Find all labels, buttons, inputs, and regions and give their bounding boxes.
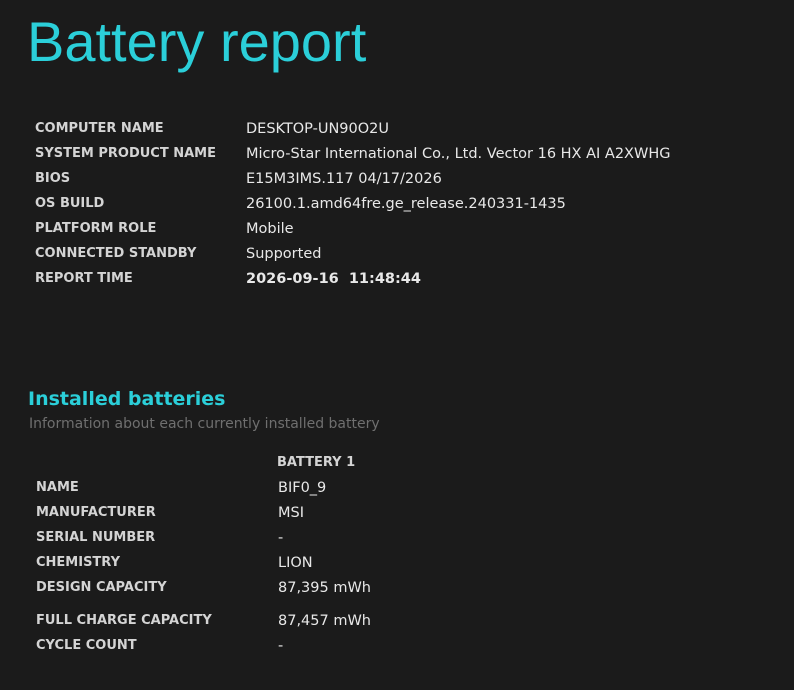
battery-column-header: BATTERY 1 xyxy=(277,455,356,470)
info-value: Mobile xyxy=(246,220,294,237)
info-row-connected-standby: CONNECTED STANDBY Supported xyxy=(35,241,670,266)
info-label: REPORT TIME xyxy=(35,271,133,286)
battery-label: SERIAL NUMBER xyxy=(36,530,156,545)
info-row-bios: BIOS E15M3IMS.117 04/17/2026 xyxy=(35,166,670,191)
info-label: COMPUTER NAME xyxy=(35,121,164,136)
section-subtitle: Information about each currently install… xyxy=(29,416,380,432)
section-title-installed-batteries: Installed batteries xyxy=(28,388,226,410)
battery-label: CHEMISTRY xyxy=(36,555,121,570)
battery-row-manufacturer: MANUFACTURER MSI xyxy=(36,500,371,525)
battery-label: NAME xyxy=(36,480,79,495)
info-label: BIOS xyxy=(35,171,71,186)
info-row-os-build: OS BUILD 26100.1.amd64fre.ge_release.240… xyxy=(35,191,670,216)
battery-row-name: NAME BIF0_9 xyxy=(36,475,371,500)
battery-row-design-capacity: DESIGN CAPACITY 87,395 mWh xyxy=(36,575,371,600)
battery-value: 87,395 mWh xyxy=(278,579,371,596)
battery-label: FULL CHARGE CAPACITY xyxy=(36,613,212,628)
info-row-computer-name: COMPUTER NAME DESKTOP-UN90O2U xyxy=(35,116,670,141)
battery-label: DESIGN CAPACITY xyxy=(36,580,167,595)
info-row-system-product-name: SYSTEM PRODUCT NAME Micro-Star Internati… xyxy=(35,141,670,166)
battery-row-cycle-count: CYCLE COUNT - xyxy=(36,633,371,658)
battery-row-serial-number: SERIAL NUMBER - xyxy=(36,525,371,550)
battery-table: NAME BIF0_9 MANUFACTURER MSI SERIAL NUMB… xyxy=(36,475,371,658)
battery-value: MSI xyxy=(278,504,304,521)
info-value: 26100.1.amd64fre.ge_release.240331-1435 xyxy=(246,195,566,212)
info-value: E15M3IMS.117 04/17/2026 xyxy=(246,170,442,187)
info-value: 2026-09-16 11:48:44 xyxy=(246,270,421,287)
battery-value: - xyxy=(278,637,284,654)
info-value: Micro-Star International Co., Ltd. Vecto… xyxy=(246,145,671,162)
battery-value: BIF0_9 xyxy=(278,479,327,496)
battery-label: MANUFACTURER xyxy=(36,505,156,520)
page-title: Battery report xyxy=(27,10,367,73)
info-label: OS BUILD xyxy=(35,196,105,211)
info-label: CONNECTED STANDBY xyxy=(35,246,197,261)
battery-row-chemistry: CHEMISTRY LION xyxy=(36,550,371,575)
battery-value: - xyxy=(278,529,284,546)
info-value: DESKTOP-UN90O2U xyxy=(246,120,390,137)
info-label: PLATFORM ROLE xyxy=(35,221,157,236)
battery-value: 87,457 mWh xyxy=(278,612,371,629)
info-row-report-time: REPORT TIME 2026-09-16 11:48:44 xyxy=(35,266,670,291)
info-label: SYSTEM PRODUCT NAME xyxy=(35,146,216,161)
battery-label: CYCLE COUNT xyxy=(36,638,137,653)
battery-row-full-charge-capacity: FULL CHARGE CAPACITY 87,457 mWh xyxy=(36,608,371,633)
system-info-table: COMPUTER NAME DESKTOP-UN90O2U SYSTEM PRO… xyxy=(35,116,670,291)
battery-value: LION xyxy=(278,554,313,571)
info-row-platform-role: PLATFORM ROLE Mobile xyxy=(35,216,670,241)
info-value: Supported xyxy=(246,245,322,262)
